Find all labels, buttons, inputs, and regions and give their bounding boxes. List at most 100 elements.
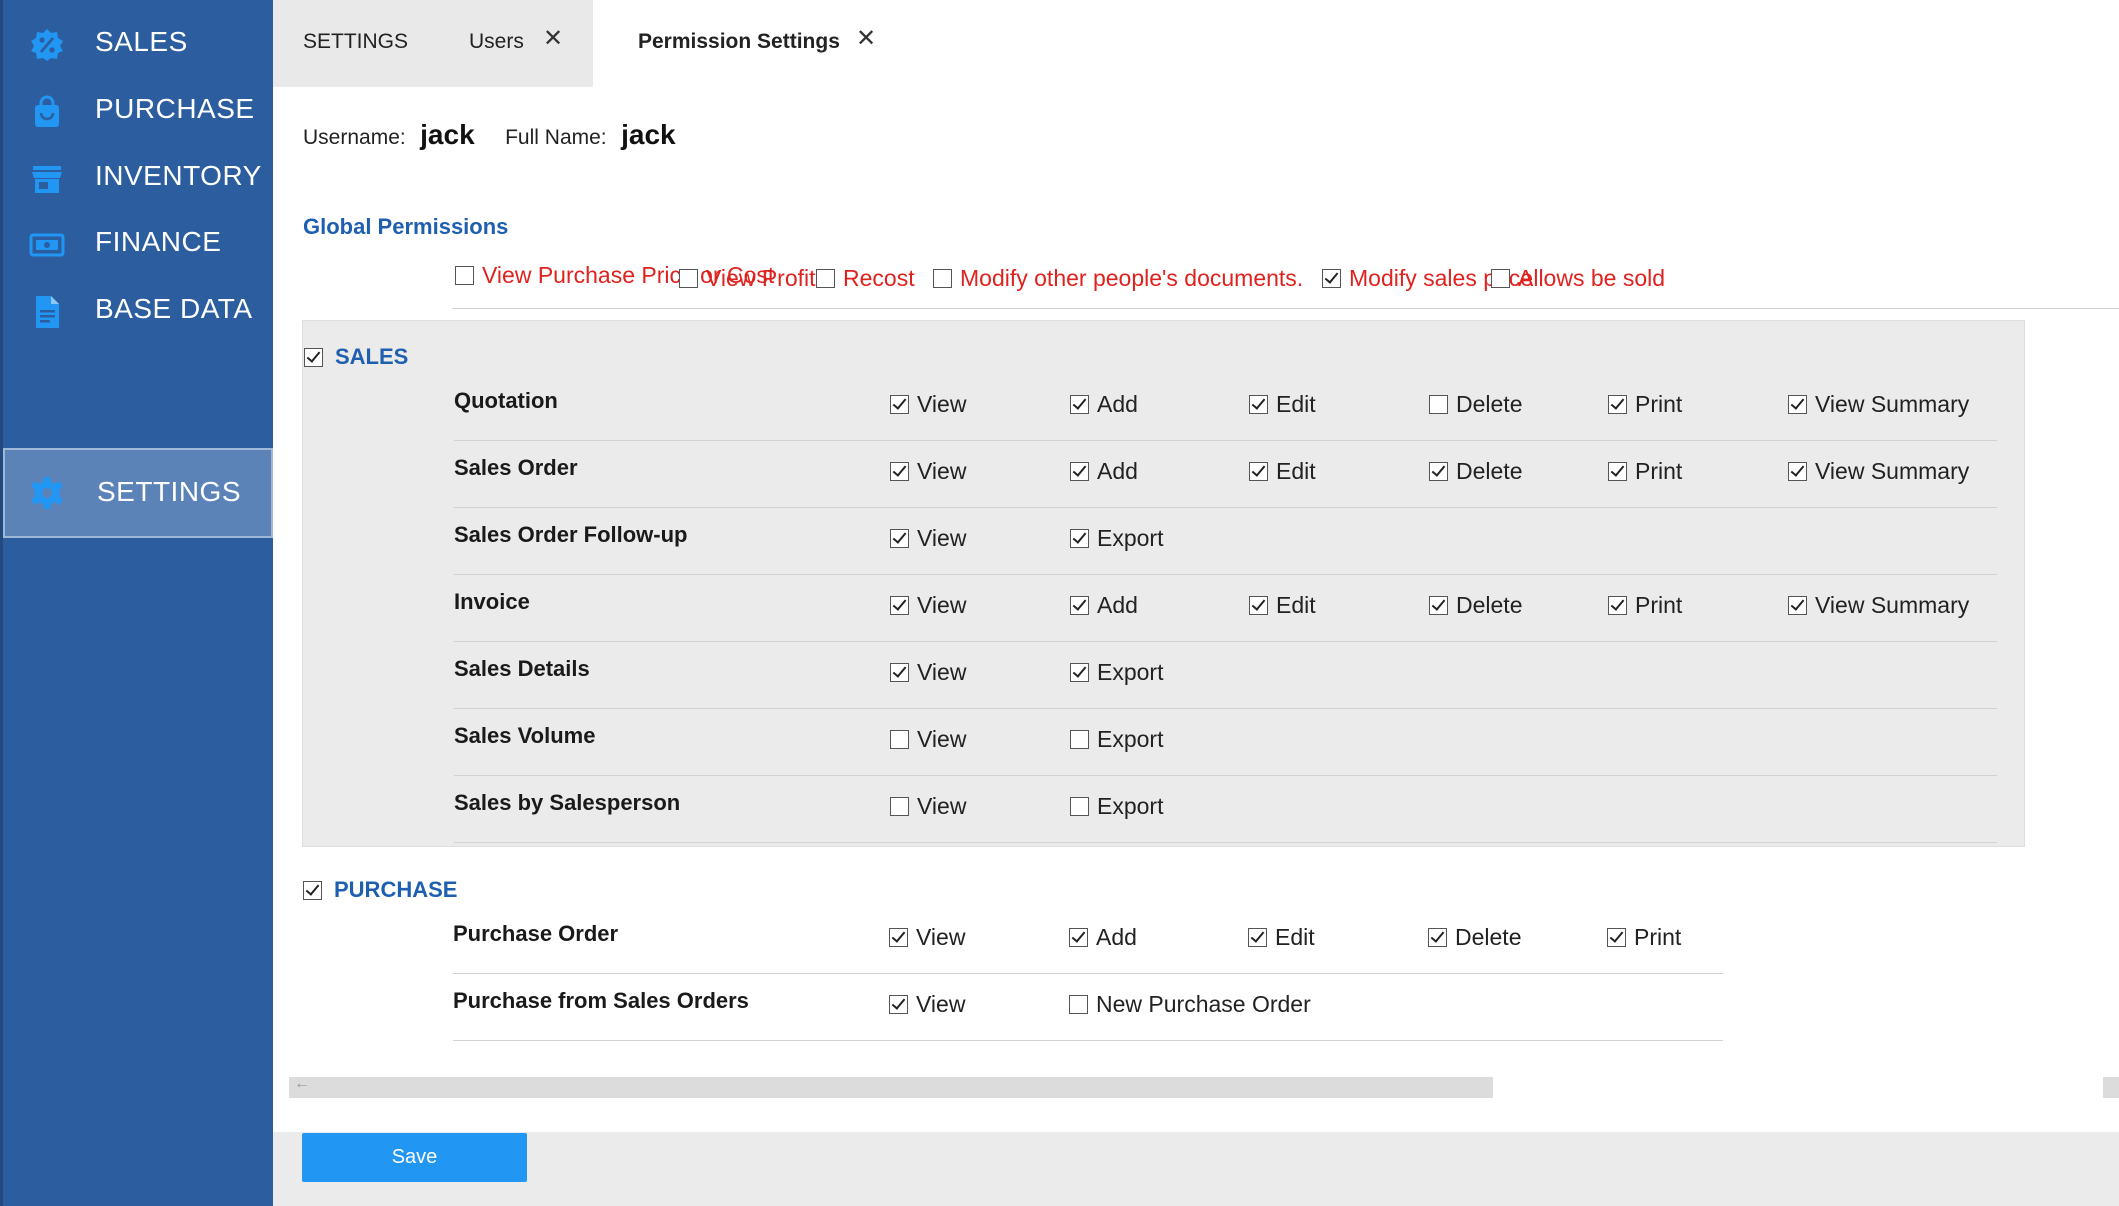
sidebar-item-label: BASE DATA — [95, 293, 253, 324]
checkbox[interactable] — [1070, 529, 1089, 548]
global-perm-label: View Profit — [706, 265, 816, 291]
purchase-group-header[interactable]: PURCHASE — [303, 877, 457, 903]
checkbox[interactable] — [1070, 395, 1089, 414]
perm-delete-checkbox[interactable]: Delete — [1429, 458, 1522, 485]
checkbox[interactable] — [1429, 395, 1448, 414]
perm-add-checkbox[interactable]: Add — [1069, 924, 1137, 951]
perm-view-summary-checkbox[interactable]: View Summary — [1788, 458, 1969, 485]
checkbox[interactable] — [1070, 663, 1089, 682]
global-perm-allows-be-sold[interactable]: Allows be sold — [1491, 265, 1665, 292]
perm-delete-checkbox[interactable]: Delete — [1428, 924, 1521, 951]
scrollbar-end[interactable] — [2103, 1077, 2119, 1098]
tab-permission-settings[interactable]: Permission Settings — [638, 30, 840, 54]
checkbox[interactable] — [1069, 995, 1088, 1014]
perm-view-summary-checkbox[interactable]: View Summary — [1788, 391, 1969, 418]
perm-export-checkbox[interactable]: Export — [1070, 726, 1163, 753]
global-permissions-title: Global Permissions — [303, 214, 509, 239]
perm-label: View Summary — [1815, 391, 1970, 417]
global-perm-modify-other-people-s-documents[interactable]: Modify other people's documents. — [933, 265, 1303, 292]
checkbox[interactable] — [1608, 395, 1627, 414]
perm-edit-checkbox[interactable]: Edit — [1249, 458, 1316, 485]
perm-view-checkbox[interactable]: View — [890, 592, 966, 619]
perm-print-checkbox[interactable]: Print — [1608, 458, 1682, 485]
perm-view-checkbox[interactable]: View — [889, 924, 965, 951]
perm-print-checkbox[interactable]: Print — [1607, 924, 1681, 951]
perm-add-checkbox[interactable]: Add — [1070, 458, 1138, 485]
checkbox[interactable] — [1322, 269, 1341, 288]
checkbox[interactable] — [1608, 596, 1627, 615]
perm-view-checkbox[interactable]: View — [890, 726, 966, 753]
close-icon[interactable]: ✕ — [856, 24, 876, 53]
checkbox[interactable] — [890, 529, 909, 548]
tab-users[interactable]: Users — [469, 30, 524, 54]
perm-label: View — [917, 525, 967, 551]
checkbox[interactable] — [1429, 596, 1448, 615]
checkbox[interactable] — [816, 269, 835, 288]
checkbox[interactable] — [1249, 462, 1268, 481]
perm-view-checkbox[interactable]: View — [890, 391, 966, 418]
perm-export-checkbox[interactable]: Export — [1070, 659, 1163, 686]
perm-label: Print — [1635, 592, 1683, 618]
perm-view-checkbox[interactable]: View — [890, 458, 966, 485]
perm-edit-checkbox[interactable]: Edit — [1248, 924, 1315, 951]
checkbox[interactable] — [1070, 596, 1089, 615]
checkbox[interactable] — [679, 269, 698, 288]
checkbox[interactable] — [890, 462, 909, 481]
checkbox[interactable] — [1070, 730, 1089, 749]
global-perm-label: Modify other people's documents. — [960, 265, 1304, 291]
checkbox[interactable] — [890, 730, 909, 749]
checkbox[interactable] — [1788, 596, 1807, 615]
perm-edit-checkbox[interactable]: Edit — [1249, 391, 1316, 418]
checkbox[interactable] — [933, 269, 952, 288]
scroll-left-icon[interactable]: ← — [294, 1075, 310, 1093]
sidebar-item-base-data[interactable]: BASE DATA — [3, 267, 273, 357]
checkbox[interactable] — [455, 266, 474, 285]
checkbox[interactable] — [889, 928, 908, 947]
close-icon[interactable]: ✕ — [543, 24, 563, 53]
perm-delete-checkbox[interactable]: Delete — [1429, 592, 1522, 619]
checkbox[interactable] — [890, 395, 909, 414]
checkbox[interactable] — [1249, 596, 1268, 615]
checkbox[interactable] — [1070, 797, 1089, 816]
checkbox[interactable] — [1608, 462, 1627, 481]
global-perm-recost[interactable]: Recost — [816, 265, 915, 292]
checkbox[interactable] — [890, 797, 909, 816]
global-perm-view-profit[interactable]: View Profit — [679, 265, 816, 292]
perm-edit-checkbox[interactable]: Edit — [1249, 592, 1316, 619]
checkbox[interactable] — [1429, 462, 1448, 481]
checkbox[interactable] — [1069, 928, 1088, 947]
store-icon — [32, 166, 62, 193]
checkbox[interactable] — [890, 596, 909, 615]
sidebar-item-label: SALES — [95, 26, 188, 57]
checkbox[interactable] — [304, 347, 323, 367]
save-button[interactable]: Save — [302, 1133, 527, 1182]
perm-view-checkbox[interactable]: View — [890, 659, 966, 686]
checkbox[interactable] — [1607, 928, 1626, 947]
checkbox[interactable] — [1788, 462, 1807, 481]
sidebar-item-settings[interactable]: SETTINGS — [3, 448, 273, 538]
perm-view-summary-checkbox[interactable]: View Summary — [1788, 592, 1969, 619]
perm-add-checkbox[interactable]: Add — [1070, 391, 1138, 418]
checkbox[interactable] — [1788, 395, 1807, 414]
perm-print-checkbox[interactable]: Print — [1608, 592, 1682, 619]
perm-export-checkbox[interactable]: Export — [1070, 525, 1163, 552]
checkbox[interactable] — [1491, 269, 1510, 288]
checkbox[interactable] — [890, 663, 909, 682]
checkbox[interactable] — [303, 880, 322, 900]
perm-print-checkbox[interactable]: Print — [1608, 391, 1682, 418]
horizontal-scrollbar[interactable]: ← — [289, 1075, 1493, 1098]
sales-group-header[interactable]: SALES — [304, 344, 408, 370]
checkbox[interactable] — [889, 995, 908, 1014]
perm-new-purchase-order-checkbox[interactable]: New Purchase Order — [1069, 991, 1311, 1018]
perm-view-checkbox[interactable]: View — [889, 991, 965, 1018]
perm-delete-checkbox[interactable]: Delete — [1429, 391, 1522, 418]
perm-view-checkbox[interactable]: View — [890, 793, 966, 820]
checkbox[interactable] — [1428, 928, 1447, 947]
checkbox[interactable] — [1248, 928, 1267, 947]
perm-view-checkbox[interactable]: View — [890, 525, 966, 552]
perm-export-checkbox[interactable]: Export — [1070, 793, 1163, 820]
checkbox[interactable] — [1070, 462, 1089, 481]
checkbox[interactable] — [1249, 395, 1268, 414]
perm-add-checkbox[interactable]: Add — [1070, 592, 1138, 619]
tab-settings[interactable]: SETTINGS — [303, 30, 408, 54]
